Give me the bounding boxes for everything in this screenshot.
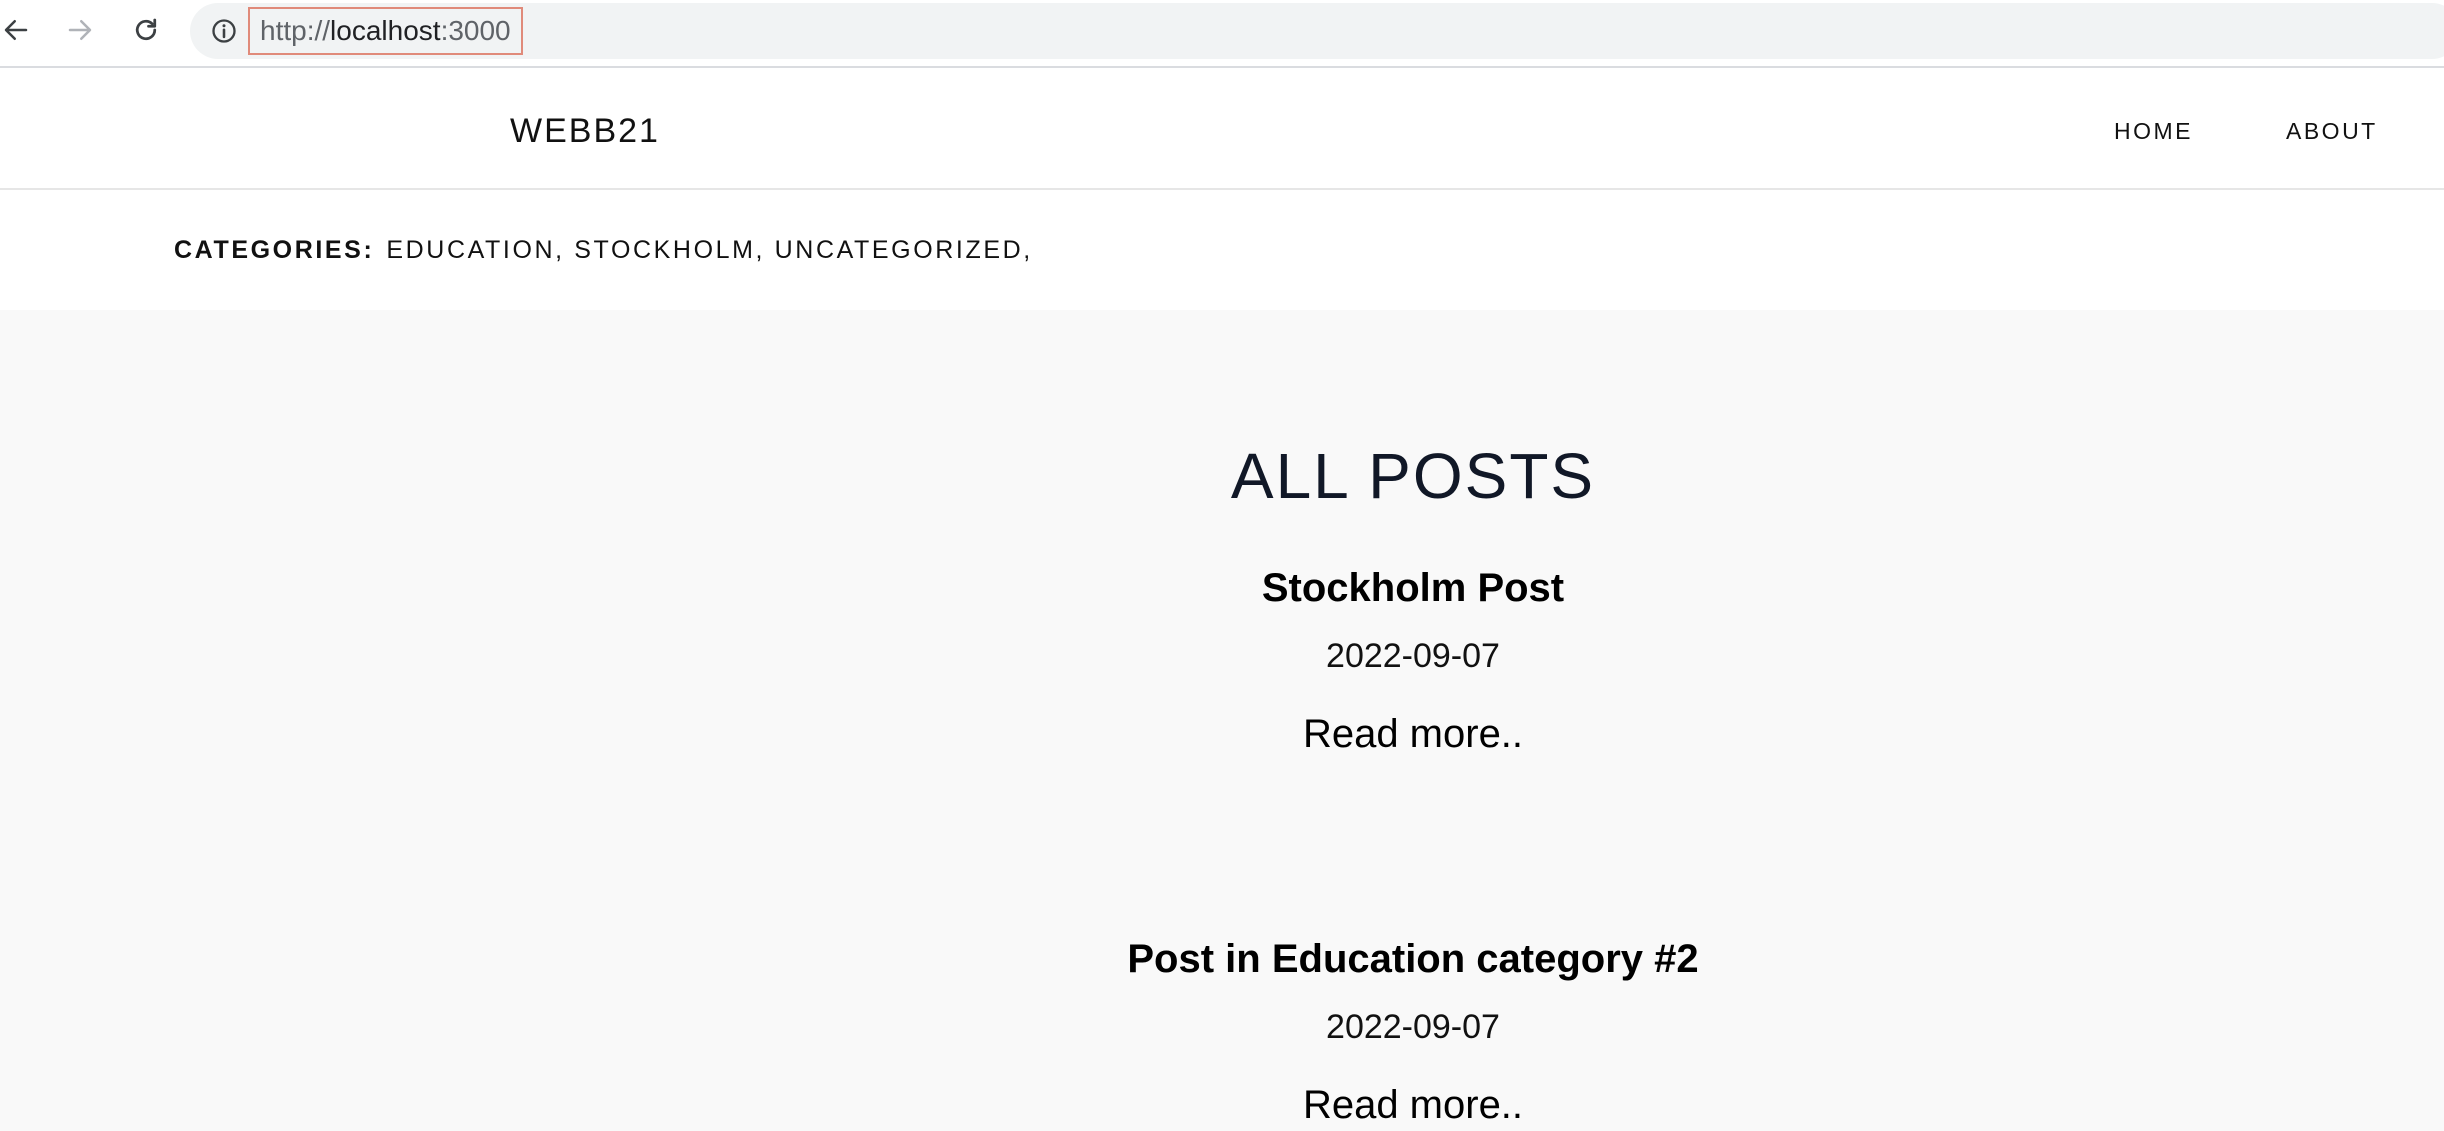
post-item: Stockholm Post 2022-09-07 Read more.. <box>0 562 2444 760</box>
nav-home-link[interactable]: HOME <box>2114 118 2193 145</box>
post-item: Post in Education category #2 2022-09-07… <box>0 933 2444 1131</box>
category-link-stockholm[interactable]: STOCKHOLM, <box>574 236 765 264</box>
info-icon[interactable] <box>210 17 238 45</box>
main-content: ALL POSTS Stockholm Post 2022-09-07 Read… <box>0 310 2444 1127</box>
reload-icon <box>135 18 157 41</box>
arrow-left-icon <box>4 20 28 40</box>
browser-toolbar: http://localhost:3000 <box>0 0 2444 68</box>
site-header: WEBB21 HOME ABOUT <box>0 68 2444 190</box>
post-title[interactable]: Post in Education category #2 <box>0 933 2444 985</box>
read-more-link[interactable]: Read more.. <box>0 708 2444 760</box>
page-title: ALL POSTS <box>1230 439 1596 512</box>
categories-bar: CATEGORIES: EDUCATION, STOCKHOLM, UNCATEG… <box>0 190 2444 310</box>
arrow-right-icon <box>68 20 92 40</box>
url-host: localhost <box>330 15 441 46</box>
forward-button[interactable] <box>58 8 102 52</box>
category-link-education[interactable]: EDUCATION, <box>386 236 564 264</box>
categories-label: CATEGORIES: <box>174 236 375 264</box>
site-logo[interactable]: WEBB21 <box>510 112 660 151</box>
address-bar[interactable]: http://localhost:3000 <box>190 3 2444 59</box>
nav-about-link[interactable]: ABOUT <box>2286 118 2378 145</box>
url-port: :3000 <box>440 15 511 46</box>
read-more-link[interactable]: Read more.. <box>0 1079 2444 1131</box>
back-button[interactable] <box>0 8 38 52</box>
post-title[interactable]: Stockholm Post <box>0 562 2444 614</box>
url-text[interactable]: http://localhost:3000 <box>248 7 523 55</box>
categories-list: CATEGORIES: EDUCATION, STOCKHOLM, UNCATEG… <box>174 236 1033 265</box>
reload-button[interactable] <box>124 8 168 52</box>
url-scheme: http:// <box>260 15 331 46</box>
post-date: 2022-09-07 <box>1326 637 1500 675</box>
category-link-uncategorized[interactable]: UNCATEGORIZED, <box>775 236 1033 264</box>
post-date: 2022-09-07 <box>1326 1008 1500 1046</box>
